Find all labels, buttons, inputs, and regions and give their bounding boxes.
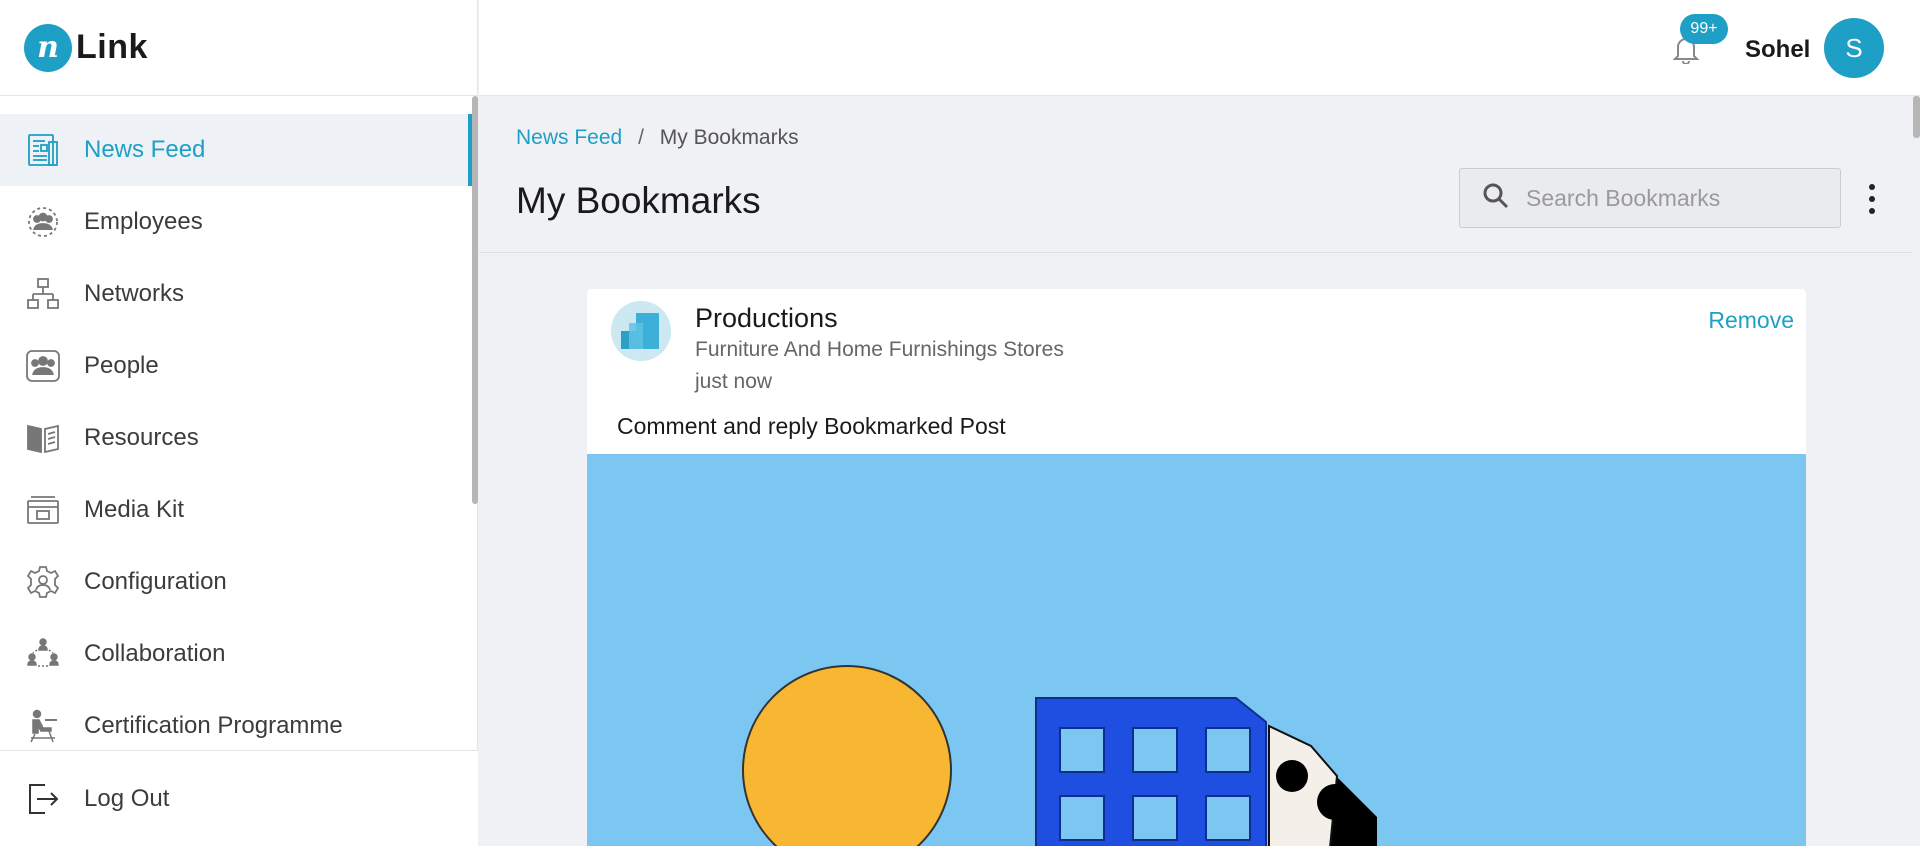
more-options-icon[interactable] [1862,184,1882,214]
search-icon [1482,182,1510,215]
breadcrumb-current: My Bookmarks [659,126,799,149]
sidebar-item-label: Networks [84,280,185,307]
employees-icon [24,203,62,241]
certification-icon [24,707,62,745]
post-text: Comment and reply Bookmarked Post [617,413,1006,439]
header-divider [479,252,1913,253]
sidebar-item-label: Resources [84,424,199,451]
page-scrollbar[interactable] [1913,96,1920,138]
avatar[interactable]: S [1824,18,1884,78]
post-image[interactable] [587,454,1806,846]
page-title: My Bookmarks [516,180,761,221]
sidebar-item-networks[interactable]: Networks [0,258,472,330]
collaboration-icon [24,635,62,673]
sidebar-item-label: Collaboration [84,640,226,667]
post-timestamp: just now [695,370,773,393]
breadcrumb-news-feed[interactable]: News Feed [516,126,622,149]
breadcrumb: News Feed / My Bookmarks [516,126,799,150]
sidebar-item-label: Media Kit [84,496,185,523]
gear-icon [24,563,62,601]
bookmark-card: Productions Furniture And Home Furnishin… [587,289,1806,846]
logout-icon [24,780,62,818]
search-input[interactable] [1526,184,1826,212]
sidebar-item-people[interactable]: People [0,330,472,402]
sidebar-item-label: Employees [84,208,203,235]
logout-label: Log Out [84,784,170,812]
logout-button[interactable]: Log Out [0,750,478,846]
media-kit-icon [24,491,62,529]
org-avatar[interactable] [611,301,671,361]
search-box [1459,168,1841,228]
sidebar-item-configuration[interactable]: Configuration [0,546,472,618]
remove-bookmark-button[interactable]: Remove [1708,307,1794,334]
sidebar-item-label: Configuration [84,568,227,595]
org-category: Furniture And Home Furnishings Stores [695,338,1064,361]
sidebar-item-resources[interactable]: Resources [0,402,472,474]
logo[interactable]: n Link [0,0,477,96]
sidebar-scrollbar[interactable] [472,96,478,504]
book-icon [24,419,62,457]
sidebar-item-employees[interactable]: Employees [0,186,472,258]
sidebar-item-label: Certification Programme [84,712,343,739]
notification-badge: 99+ [1680,14,1728,44]
logo-mark: n [24,23,72,72]
user-name[interactable]: Sohel [1745,36,1810,64]
network-icon [24,275,62,313]
breadcrumb-separator: / [638,126,644,149]
sidebar-item-news-feed[interactable]: News Feed [0,114,472,186]
newspaper-icon [24,131,62,169]
sidebar: n Link News Feed Employees Networks Peop… [0,0,478,846]
sidebar-item-media-kit[interactable]: Media Kit [0,474,472,546]
sidebar-nav: News Feed Employees Networks People Reso… [0,114,472,762]
org-name[interactable]: Productions [695,303,838,334]
sidebar-item-label: News Feed [84,136,206,163]
logo-text: Link [76,28,148,66]
sidebar-item-label: People [84,352,159,379]
sidebar-item-collaboration[interactable]: Collaboration [0,618,472,690]
people-icon [24,347,62,385]
